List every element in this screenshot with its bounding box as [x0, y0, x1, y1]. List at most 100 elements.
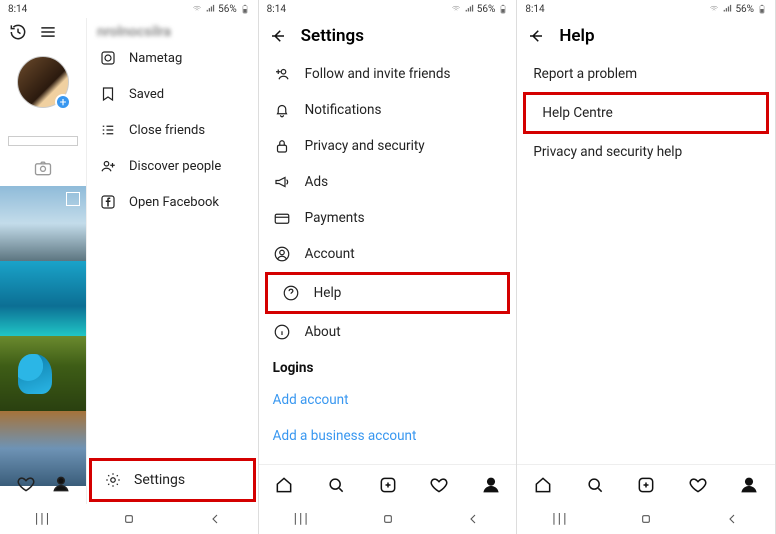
- list-item-label: Report a problem: [533, 66, 637, 82]
- drawer-item-saved[interactable]: Saved: [87, 76, 258, 112]
- grid-thumb[interactable]: [0, 336, 86, 411]
- grid-thumb[interactable]: [0, 186, 86, 261]
- help-item-privacy-security-help[interactable]: Privacy and security help: [517, 134, 775, 170]
- settings-list: Follow and invite friends Notifications …: [259, 56, 517, 464]
- profile-icon[interactable]: [481, 475, 501, 495]
- status-time: 8:14: [267, 4, 286, 15]
- back-icon[interactable]: [269, 27, 287, 45]
- settings-item-help[interactable]: Help: [265, 272, 511, 314]
- heart-icon[interactable]: [16, 474, 36, 498]
- account-icon: [273, 245, 291, 263]
- home-icon[interactable]: [533, 475, 553, 495]
- back-key[interactable]: [724, 511, 740, 527]
- list-item-label: Privacy and security help: [533, 144, 682, 160]
- recents-key[interactable]: |||: [35, 511, 51, 527]
- info-icon: [273, 323, 291, 341]
- list-item-label: Notifications: [305, 102, 382, 118]
- link-label: Add account: [273, 392, 349, 408]
- home-icon[interactable]: [274, 475, 294, 495]
- list-item-label: Help: [314, 285, 342, 301]
- home-key[interactable]: [380, 511, 396, 527]
- history-icon[interactable]: [8, 22, 28, 46]
- home-key[interactable]: [121, 511, 137, 527]
- add-post-icon[interactable]: [378, 475, 398, 495]
- drawer-item-label: Discover people: [129, 159, 221, 174]
- edit-profile-placeholder[interactable]: [8, 136, 78, 146]
- discover-people-icon: [99, 157, 117, 175]
- status-right: 56%: [451, 4, 509, 15]
- settings-item-ads[interactable]: Ads: [259, 164, 517, 200]
- heart-icon[interactable]: [688, 475, 708, 495]
- avatar[interactable]: +: [17, 56, 69, 108]
- help-item-help-centre[interactable]: Help Centre: [523, 92, 769, 134]
- android-soft-keys: |||: [517, 504, 775, 534]
- drawer-settings-label: Settings: [134, 472, 185, 488]
- home-key[interactable]: [638, 511, 654, 527]
- settings-item-privacy-security[interactable]: Privacy and security: [259, 128, 517, 164]
- page-title: Help: [559, 26, 594, 46]
- facebook-icon: [99, 193, 117, 211]
- search-icon[interactable]: [585, 475, 605, 495]
- status-bar: 8:14 56%: [0, 0, 258, 18]
- saved-icon: [99, 85, 117, 103]
- drawer-item-open-facebook[interactable]: Open Facebook: [87, 184, 258, 220]
- settings-header: Settings: [259, 18, 517, 56]
- nametag-icon: [99, 49, 117, 67]
- wifi-icon: [451, 4, 461, 14]
- recents-key[interactable]: |||: [294, 511, 310, 527]
- help-header: Help: [517, 18, 775, 56]
- drawer-item-label: Nametag: [129, 51, 182, 66]
- status-time: 8:14: [525, 4, 544, 15]
- list-item-label: Follow and invite friends: [305, 66, 451, 82]
- back-icon[interactable]: [527, 27, 545, 45]
- drawer-item-nametag[interactable]: Nametag: [87, 40, 258, 76]
- wifi-icon: [709, 4, 719, 14]
- login-add-business[interactable]: Add a business account: [259, 418, 517, 454]
- settings-item-payments[interactable]: Payments: [259, 200, 517, 236]
- profile-grid: [0, 186, 86, 486]
- drawer-item-discover-people[interactable]: Discover people: [87, 148, 258, 184]
- login-add-account[interactable]: Add account: [259, 382, 517, 418]
- add-friend-icon: [273, 65, 291, 83]
- back-key[interactable]: [465, 511, 481, 527]
- tagged-icon[interactable]: [15, 156, 71, 180]
- list-item-label: Ads: [305, 174, 328, 190]
- status-battery: 56%: [477, 4, 496, 15]
- settings-item-follow-invite[interactable]: Follow and invite friends: [259, 56, 517, 92]
- battery-icon: [498, 4, 508, 14]
- drawer-settings[interactable]: Settings: [89, 458, 256, 502]
- list-item-label: Account: [305, 246, 355, 262]
- recents-key[interactable]: |||: [552, 511, 568, 527]
- settings-item-notifications[interactable]: Notifications: [259, 92, 517, 128]
- list-item-label: Privacy and security: [305, 138, 425, 154]
- drawer-item-label: Saved: [129, 87, 164, 102]
- gear-icon: [104, 471, 122, 489]
- battery-icon: [240, 4, 250, 14]
- add-post-icon[interactable]: [636, 475, 656, 495]
- login-log-out[interactable]: Log out: [259, 454, 517, 464]
- search-icon[interactable]: [326, 475, 346, 495]
- status-time: 8:14: [8, 4, 27, 15]
- help-icon: [282, 284, 300, 302]
- bell-icon: [273, 101, 291, 119]
- status-battery: 56%: [218, 4, 237, 15]
- bottom-nav: [259, 464, 517, 504]
- settings-item-account[interactable]: Account: [259, 236, 517, 272]
- hamburger-icon[interactable]: [38, 22, 58, 46]
- status-battery: 56%: [735, 4, 754, 15]
- panel-help: 8:14 56% Help Report a problem Help Cent…: [517, 0, 776, 534]
- link-label: Add a business account: [273, 428, 417, 444]
- drawer-username[interactable]: nrolnocsilra: [87, 18, 258, 40]
- drawer-item-close-friends[interactable]: Close friends: [87, 112, 258, 148]
- profile-icon[interactable]: [51, 474, 71, 498]
- settings-item-about[interactable]: About: [259, 314, 517, 350]
- add-story-icon[interactable]: +: [55, 94, 71, 110]
- help-item-report-problem[interactable]: Report a problem: [517, 56, 775, 92]
- profile-icon[interactable]: [739, 475, 759, 495]
- list-item-label: Help Centre: [542, 105, 612, 121]
- grid-thumb[interactable]: [0, 261, 86, 336]
- back-key[interactable]: [207, 511, 223, 527]
- heart-icon[interactable]: [429, 475, 449, 495]
- list-item-label: Payments: [305, 210, 365, 226]
- panel-profile-drawer: 8:14 56% +: [0, 0, 259, 534]
